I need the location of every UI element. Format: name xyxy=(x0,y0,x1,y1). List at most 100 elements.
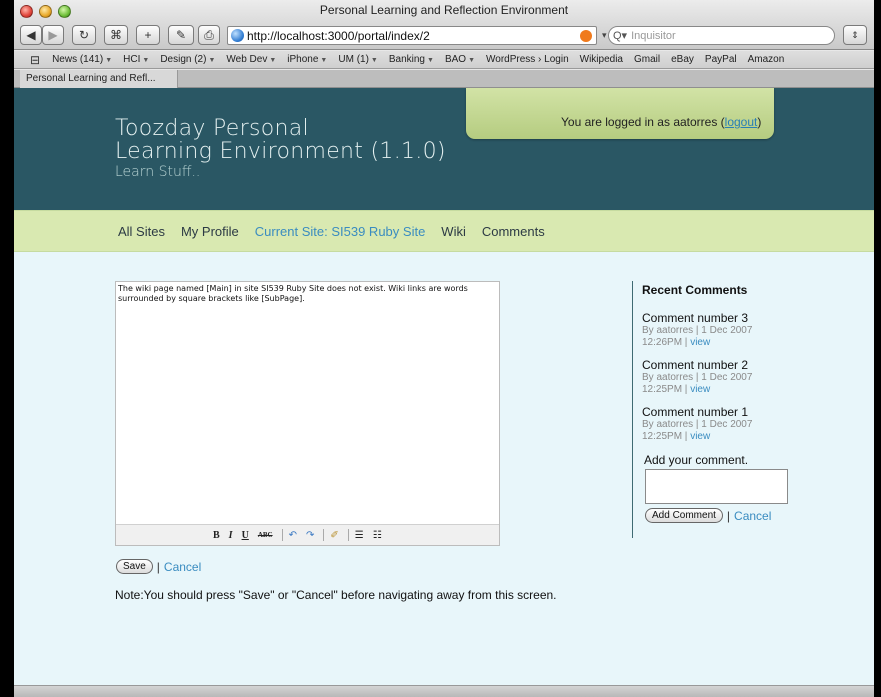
comment-title[interactable]: Comment number 1 xyxy=(642,405,792,419)
globe-icon xyxy=(231,29,244,42)
bookmarks-bar: ⊟ News (141) ▼ HCI ▼ Design (2) ▼ Web Dev ▼ iPho… xyxy=(14,51,874,69)
wiki-editor[interactable]: The wiki page named [Main] in site SI539… xyxy=(115,281,500,546)
address-bar[interactable]: http://localhost:3000/portal/index/2 xyxy=(227,26,597,45)
toolbar-divider xyxy=(323,529,325,541)
login-status-box: You are logged in as aatorres (logout) xyxy=(466,88,774,139)
bookmark-item[interactable]: Gmail xyxy=(634,54,660,65)
comment-view-link[interactable]: view xyxy=(690,384,710,395)
bookmark-item[interactable]: UM (1) ▼ xyxy=(338,54,378,65)
edit-button[interactable]: ✎ xyxy=(168,25,194,45)
add-comment-button[interactable]: Add Comment xyxy=(645,508,723,523)
logout-link[interactable]: logout xyxy=(725,115,758,129)
recent-comments-sidebar: Recent Comments Comment number 3 By aator… xyxy=(632,281,792,538)
dropdown-arrow-icon: ▼ xyxy=(427,57,434,64)
strikethrough-icon[interactable]: ABC xyxy=(258,531,273,539)
cleanup-brush-icon[interactable]: ✐ xyxy=(330,530,338,541)
bookmark-item[interactable]: PayPal xyxy=(705,54,737,65)
numbered-list-icon[interactable]: ☷ xyxy=(373,530,382,541)
bookmark-item[interactable]: eBay xyxy=(671,54,694,65)
nav-item-all-sites[interactable]: All Sites xyxy=(118,224,165,239)
comment-view-link[interactable]: view xyxy=(690,431,710,442)
bookmark-label: Wikipedia xyxy=(579,54,623,65)
bookmark-item[interactable]: WordPress › Login xyxy=(486,54,569,65)
dropdown-arrow-icon: ▼ xyxy=(269,57,277,64)
forward-arrow-icon: ▶ xyxy=(48,28,58,42)
feed-icon[interactable] xyxy=(580,30,592,42)
bookmark-label: News (141) xyxy=(52,54,104,65)
bookmark-label: Gmail xyxy=(634,54,661,65)
bookmarks-list: News (141) ▼ HCI ▼ Design (2) ▼ Web Dev ▼ iPhone… xyxy=(52,54,795,65)
nav-item-comments[interactable]: Comments xyxy=(482,224,545,239)
bookmarks-book-icon[interactable]: ⊟ xyxy=(30,53,40,67)
tab-current[interactable]: Personal Learning and Refl... xyxy=(20,70,178,88)
bookmark-label: eBay xyxy=(671,54,694,65)
bookmark-label: iPhone xyxy=(287,54,319,65)
comment-item: Comment number 1 By aatorres | 1 Dec 2007… xyxy=(642,405,792,443)
comment-cancel-link[interactable]: Cancel xyxy=(734,509,771,523)
snapback-button[interactable]: ⌘ xyxy=(104,25,128,45)
print-button[interactable]: ⎙ xyxy=(198,25,220,45)
reload-button[interactable]: ↻ xyxy=(72,25,96,45)
cancel-link[interactable]: Cancel xyxy=(164,560,201,574)
nav-item-current-site-si539-ruby-site[interactable]: Current Site: SI539 Ruby Site xyxy=(255,224,426,239)
site-header: Toozday Personal Learning Environment (1… xyxy=(14,88,874,210)
comment-list: Comment number 3 By aatorres | 1 Dec 2007… xyxy=(642,311,792,443)
dropdown-arrow-icon: ▼ xyxy=(208,57,216,64)
bookmark-item[interactable]: Banking ▼ xyxy=(389,54,434,65)
nav-item-my-profile[interactable]: My Profile xyxy=(181,224,239,239)
bookmark-item[interactable]: iPhone ▼ xyxy=(287,54,327,65)
search-placeholder: Inquisitor xyxy=(631,29,676,42)
comment-title[interactable]: Comment number 2 xyxy=(642,358,792,372)
add-comment-label: Add your comment. xyxy=(644,453,749,467)
italic-icon[interactable]: I xyxy=(229,530,233,541)
bookmark-item[interactable]: Design (2) ▼ xyxy=(160,54,215,65)
toolbar-menu-button[interactable]: ⇕ xyxy=(843,25,867,45)
bookmark-item[interactable]: BAO ▼ xyxy=(445,54,475,65)
bookmark-item[interactable]: Wikipedia xyxy=(580,54,623,65)
add-bookmark-button[interactable]: + xyxy=(136,25,160,45)
site-logo[interactable]: Toozday Personal Learning Environment (1… xyxy=(115,117,446,181)
printer-icon: ⎙ xyxy=(204,27,214,42)
reload-icon: ↻ xyxy=(78,28,90,42)
action-separator: | xyxy=(726,508,731,523)
back-button[interactable]: ◀ xyxy=(20,25,42,45)
comment-title[interactable]: Comment number 3 xyxy=(642,311,792,325)
bookmark-item[interactable]: News (141) ▼ xyxy=(52,54,112,65)
bookmark-label: PayPal xyxy=(704,54,737,65)
comment-view-link[interactable]: view xyxy=(690,337,710,348)
bookmark-label: Banking xyxy=(388,54,425,65)
undo-icon[interactable]: ↶ xyxy=(289,530,297,541)
pencil-icon: ✎ xyxy=(175,28,187,42)
site-tagline: Learn Stuff.. xyxy=(115,164,201,180)
logo-line-2: Learning Environment (1.1.0) xyxy=(115,139,446,164)
snapback-icon: ⌘ xyxy=(110,28,122,42)
bookmark-item[interactable]: Amazon xyxy=(748,54,785,65)
editor-toolbar: B I U ABC ↶ ↷ ✐ ☰ ☷ xyxy=(116,524,499,545)
bookmark-item[interactable]: Web Dev ▼ xyxy=(226,54,276,65)
nav-item-wiki[interactable]: Wiki xyxy=(441,224,466,239)
bookmark-item[interactable]: HCI ▼ xyxy=(123,54,149,65)
address-text: http://localhost:3000/portal/index/2 xyxy=(247,28,430,43)
redo-icon[interactable]: ↷ xyxy=(306,530,314,541)
comment-item: Comment number 3 By aatorres | 1 Dec 2007… xyxy=(642,311,792,349)
search-input[interactable]: Q▾ Inquisitor xyxy=(608,26,835,45)
plus-icon: + xyxy=(144,28,152,42)
comment-textarea[interactable] xyxy=(645,469,788,504)
editor-actions: Save | Cancel xyxy=(116,559,201,574)
bullet-list-icon[interactable]: ☰ xyxy=(355,530,364,541)
dropdown-arrow-icon: ▼ xyxy=(468,57,475,64)
search-icon: Q▾ xyxy=(613,30,628,42)
search-engine-menu-icon[interactable]: ▾ xyxy=(602,30,607,41)
editor-content[interactable]: The wiki page named [Main] in site SI539… xyxy=(116,282,499,305)
save-button[interactable]: Save xyxy=(116,559,153,574)
login-close-paren: ) xyxy=(757,115,762,129)
forward-button[interactable]: ▶ xyxy=(42,25,64,45)
bold-icon[interactable]: B xyxy=(213,530,220,541)
underline-icon[interactable]: U xyxy=(242,530,249,541)
back-arrow-icon: ◀ xyxy=(26,28,36,42)
comment-actions: Add Comment | Cancel xyxy=(645,508,792,523)
logo-line-1: Toozday Personal xyxy=(115,116,309,141)
updown-arrows-icon: ⇕ xyxy=(851,29,859,40)
dropdown-arrow-icon: ▼ xyxy=(105,57,113,64)
sidebar-heading: Recent Comments xyxy=(642,283,748,297)
